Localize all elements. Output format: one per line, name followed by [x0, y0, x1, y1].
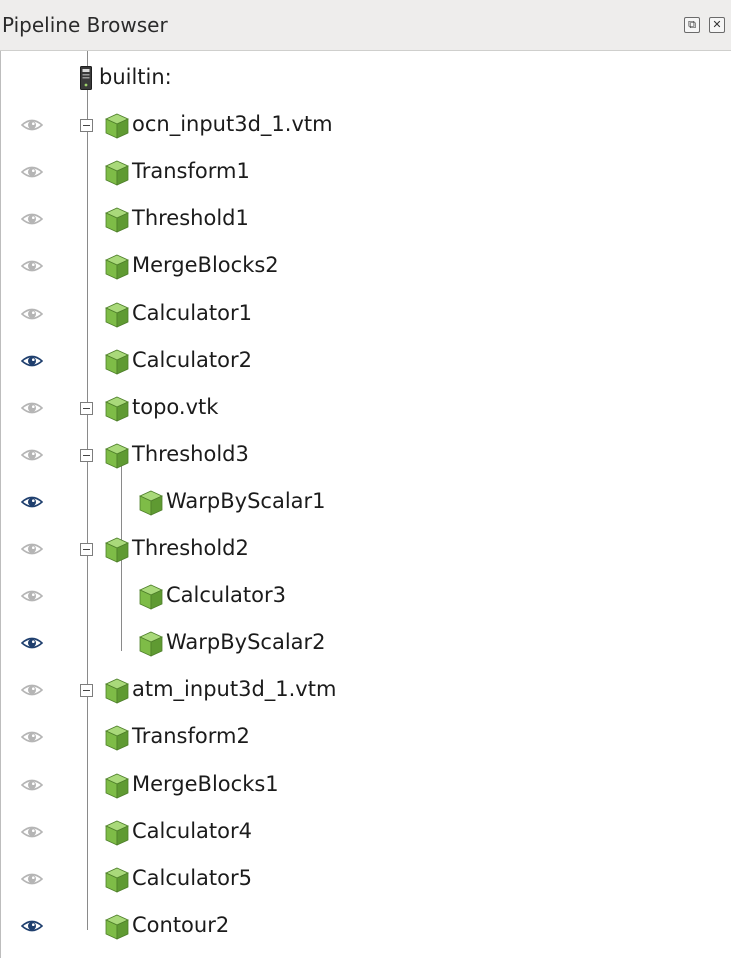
pipeline-item-label: Calculator4	[132, 818, 253, 843]
pipeline-item-topo-vtk[interactable]: topo.vtk	[1, 386, 731, 432]
cube-icon	[105, 867, 129, 893]
pipeline-item-label: Contour2	[132, 912, 230, 937]
eye-hidden-icon[interactable]	[20, 306, 44, 322]
pipeline-item-calculator5[interactable]: Calculator5	[1, 857, 731, 903]
cube-icon	[105, 773, 129, 799]
pipeline-item-label: Calculator2	[132, 347, 253, 372]
pipeline-item-transform1[interactable]: Transform1	[1, 150, 731, 196]
cube-icon	[105, 914, 129, 940]
cube-icon	[105, 725, 129, 752]
cube-icon	[105, 207, 129, 233]
eye-hidden-icon[interactable]	[20, 211, 44, 227]
pipeline-item-label: MergeBlocks2	[132, 253, 279, 278]
cube-icon	[105, 349, 129, 375]
pipeline-item-mergeblocks2[interactable]: MergeBlocks2	[1, 244, 731, 290]
collapse-toggle-icon[interactable]	[80, 684, 93, 698]
pipeline-item-label: MergeBlocks1	[132, 771, 279, 796]
undock-icon[interactable]: ⧉	[684, 17, 700, 33]
close-icon[interactable]: ✕	[709, 17, 725, 33]
pipeline-item-label: Transform1	[132, 159, 250, 184]
panel-titlebar: Pipeline Browser ⧉ ✕	[0, 0, 731, 51]
eye-hidden-icon[interactable]	[20, 588, 44, 604]
eye-hidden-icon[interactable]	[20, 824, 44, 840]
pipeline-item-transform2[interactable]: Transform2	[1, 715, 731, 761]
cube-icon	[105, 113, 129, 139]
pipeline-tree[interactable]: builtin: ocn_input3d_1.vtm Transform1 Thres…	[0, 51, 731, 958]
pipeline-item-ocn-input3d-1-vtm[interactable]: ocn_input3d_1.vtm	[1, 103, 731, 149]
pipeline-item-calculator3[interactable]: Calculator3	[1, 574, 731, 620]
pipeline-item-calculator2[interactable]: Calculator2	[1, 339, 731, 385]
cube-icon	[139, 631, 163, 657]
pipeline-item-label: Threshold1	[132, 206, 249, 231]
pipeline-item-label: Calculator1	[132, 300, 253, 325]
eye-visible-icon[interactable]	[20, 918, 44, 934]
eye-hidden-icon[interactable]	[20, 541, 44, 557]
eye-visible-icon[interactable]	[20, 353, 44, 369]
eye-hidden-icon[interactable]	[20, 777, 44, 793]
collapse-toggle-icon[interactable]	[80, 401, 93, 415]
pipeline-item-contour2[interactable]: Contour2	[1, 904, 731, 950]
pipeline-item-label: Transform2	[132, 724, 250, 749]
pipeline-item-warpbyscalar1[interactable]: WarpByScalar1	[1, 480, 731, 526]
pipeline-item-label: ocn_input3d_1.vtm	[132, 112, 333, 137]
collapse-toggle-icon[interactable]	[80, 543, 93, 556]
cube-icon	[105, 254, 129, 281]
pipeline-item-label: atm_input3d_1.vtm	[132, 677, 337, 702]
server-icon	[80, 66, 92, 90]
pipeline-item-label: WarpByScalar1	[166, 488, 326, 513]
eye-hidden-icon[interactable]	[20, 682, 44, 698]
collapse-toggle-icon[interactable]	[80, 448, 93, 462]
cube-icon	[105, 396, 129, 422]
eye-visible-icon[interactable]	[20, 494, 44, 510]
pipeline-item-atm-input3d-1-vtm[interactable]: atm_input3d_1.vtm	[1, 668, 731, 714]
pipeline-item-builtin[interactable]: builtin:	[1, 56, 731, 102]
eye-hidden-icon[interactable]	[20, 258, 44, 274]
pipeline-item-label: Threshold2	[132, 536, 249, 560]
pipeline-item-label: topo.vtk	[132, 394, 219, 419]
eye-hidden-icon[interactable]	[20, 164, 44, 180]
eye-hidden-icon[interactable]	[20, 729, 44, 745]
cube-icon	[139, 584, 163, 610]
pipeline-item-label: Calculator5	[132, 865, 253, 890]
cube-icon	[139, 490, 163, 516]
pipeline-item-threshold2[interactable]: Threshold2	[1, 527, 731, 573]
cube-icon	[105, 678, 129, 704]
eye-hidden-icon[interactable]	[20, 447, 44, 463]
cube-icon	[105, 302, 129, 328]
cube-icon	[105, 537, 129, 563]
cube-icon	[105, 160, 129, 186]
pipeline-item-calculator1[interactable]: Calculator1	[1, 292, 731, 338]
eye-visible-icon[interactable]	[20, 635, 44, 651]
pipeline-item-label: builtin:	[99, 65, 172, 89]
pipeline-item-mergeblocks1[interactable]: MergeBlocks1	[1, 763, 731, 809]
pipeline-item-threshold3[interactable]: Threshold3	[1, 433, 731, 479]
pipeline-item-label: Threshold3	[132, 441, 249, 466]
pipeline-item-calculator4[interactable]: Calculator4	[1, 810, 731, 856]
pipeline-item-warpbyscalar2[interactable]: WarpByScalar2	[1, 621, 731, 667]
cube-icon	[105, 820, 129, 846]
eye-hidden-icon[interactable]	[20, 871, 44, 887]
eye-hidden-icon[interactable]	[20, 400, 44, 416]
pipeline-item-label: WarpByScalar2	[166, 630, 326, 655]
pipeline-item-label: Calculator3	[166, 583, 287, 608]
eye-hidden-icon[interactable]	[20, 117, 44, 133]
panel-title: Pipeline Browser	[2, 13, 168, 37]
pipeline-item-threshold1[interactable]: Threshold1	[1, 197, 731, 243]
collapse-toggle-icon[interactable]	[80, 119, 93, 133]
cube-icon	[105, 443, 129, 469]
